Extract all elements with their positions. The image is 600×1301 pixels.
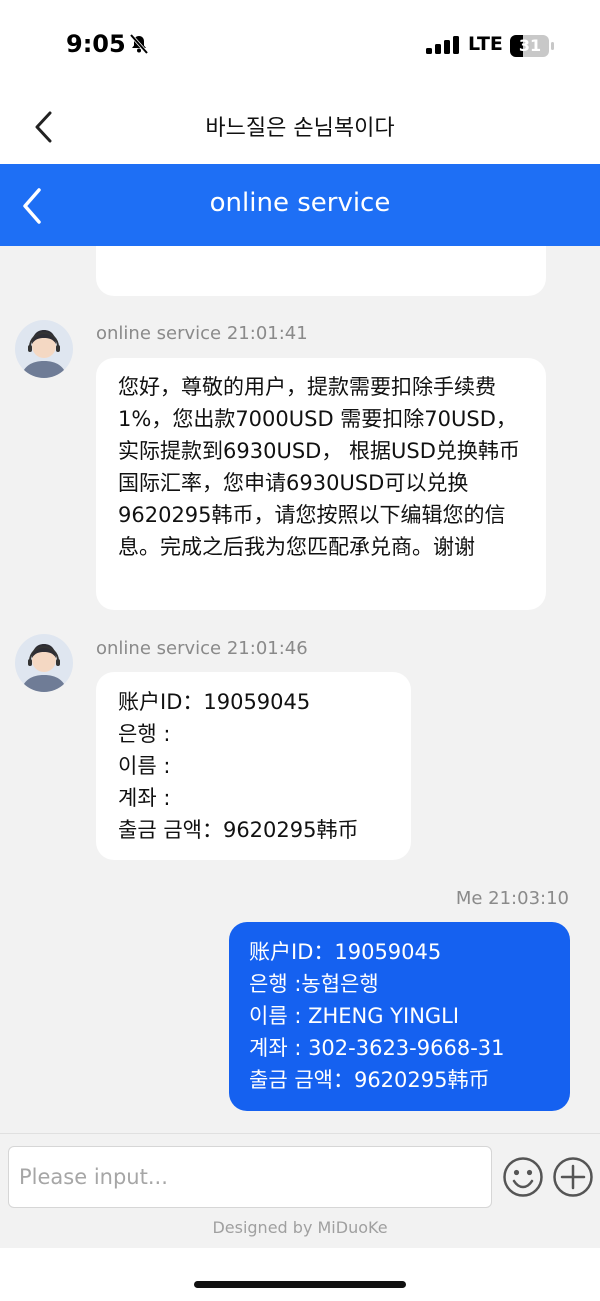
message-meta: online service 21:01:46 bbox=[96, 638, 308, 659]
message-line: 이름 : bbox=[118, 754, 171, 778]
message-bubble: 账户ID：19059045 은행 : 이름 : 계좌 : 출금 금액：96202… bbox=[96, 672, 411, 860]
sender-name: Me bbox=[455, 888, 483, 909]
message-line: 계좌 : 302-3623-9668-31 bbox=[249, 1036, 505, 1060]
avatar bbox=[15, 634, 73, 692]
bell-muted-icon bbox=[129, 33, 149, 55]
status-time: 9:05 bbox=[66, 30, 126, 58]
message-text: 您好，尊敬的用户，提款需要扣除手续费1%，您出款7000USD 需要扣除70US… bbox=[118, 375, 520, 559]
my-message-bubble: 账户ID：19059045 은행 :농협은행 이름 : ZHENG YINGLI… bbox=[229, 922, 570, 1111]
home-indicator[interactable] bbox=[194, 1281, 406, 1288]
plus-icon[interactable] bbox=[552, 1156, 594, 1198]
message-line: 账户ID：19059045 bbox=[118, 690, 311, 714]
message-bubble: 您好，尊敬的用户，提款需要扣除手续费1%，您出款7000USD 需要扣除70US… bbox=[96, 358, 546, 610]
chat-header-title: online service bbox=[209, 188, 391, 218]
message-line: 출금 금액：9620295韩币 bbox=[118, 818, 359, 842]
message-line: 账户ID：19059045 bbox=[249, 940, 442, 964]
avatar bbox=[15, 320, 73, 378]
message-time: 21:01:41 bbox=[226, 323, 308, 344]
message-meta: Me 21:03:10 bbox=[380, 888, 569, 909]
message-time: 21:03:10 bbox=[488, 888, 569, 909]
message-line: 은행 : bbox=[118, 722, 171, 746]
sender-name: online service bbox=[96, 638, 222, 659]
message-line: 출금 금액：9620295韩币 bbox=[249, 1068, 490, 1092]
message-line: 이름 : ZHENG YINGLI bbox=[249, 1004, 460, 1028]
emoji-icon[interactable] bbox=[502, 1156, 544, 1198]
message-line: 계좌 : bbox=[118, 786, 171, 810]
home-indicator-area bbox=[0, 1248, 600, 1301]
message-time: 21:01:46 bbox=[226, 638, 308, 659]
signal-icon bbox=[426, 36, 459, 54]
message-input[interactable] bbox=[8, 1146, 492, 1208]
footer-credit: Designed by MiDuoKe bbox=[212, 1218, 388, 1237]
page-title: 바느질은 손님복이다 bbox=[205, 116, 395, 141]
battery-level: 31 bbox=[518, 36, 542, 55]
sender-name: online service bbox=[96, 323, 222, 344]
battery-icon: 31 bbox=[510, 35, 554, 57]
message-line: 은행 :농협은행 bbox=[249, 972, 379, 996]
network-type: LTE bbox=[468, 33, 503, 55]
message-meta: online service 21:01:41 bbox=[96, 323, 308, 344]
